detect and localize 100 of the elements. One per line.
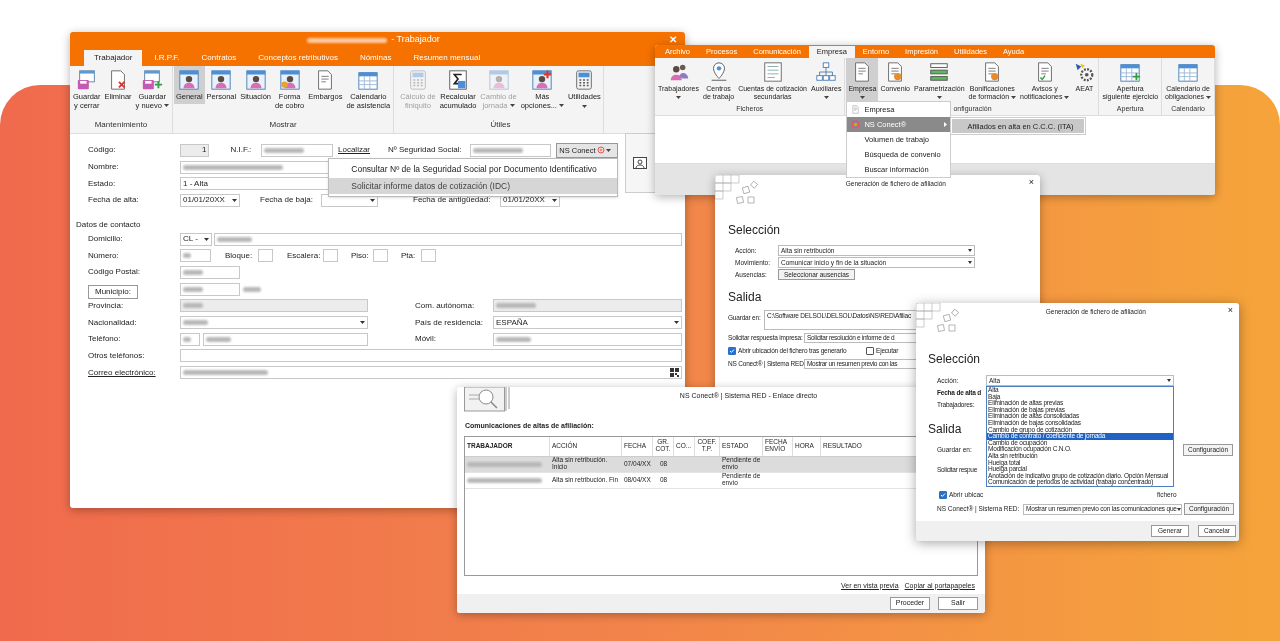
- menu-item[interactable]: Solicitar informe datos de cotización (IDC): [329, 177, 618, 195]
- ribbon-tab[interactable]: Trabajador: [84, 50, 143, 66]
- submenu-arrow-icon: [944, 122, 948, 128]
- dropdown-arrow-icon: [1176, 507, 1181, 511]
- field-label: Domicilio:: [88, 233, 124, 246]
- email-link[interactable]: Correo electrónico:: [88, 366, 180, 379]
- dropdown-arrow-icon: [968, 249, 972, 252]
- field-label: Nombre:: [88, 161, 120, 174]
- dropdown-field[interactable]: CL -: [180, 232, 212, 246]
- window-title: - Trabajador: [391, 33, 440, 47]
- caret-icon: [1064, 95, 1070, 99]
- redacted-value: [217, 236, 252, 242]
- dropdown-arrow-icon: [370, 198, 375, 202]
- dropdown-arrow-icon: [232, 198, 237, 202]
- field-value: 01/01/20XX: [503, 194, 545, 207]
- input-field[interactable]: [323, 249, 338, 263]
- dropdown-field[interactable]: ESPAÑA: [493, 316, 682, 330]
- check-icon: [729, 347, 735, 354]
- locate-link[interactable]: Localizar: [338, 144, 370, 157]
- input-field[interactable]: [493, 299, 682, 313]
- input-field[interactable]: [180, 282, 240, 296]
- redacted-value: [496, 336, 531, 342]
- section-heading: Selección: [928, 351, 981, 367]
- input-field[interactable]: [180, 332, 200, 346]
- caret-icon: [509, 104, 515, 108]
- redacted-value: [183, 269, 203, 275]
- checkbox[interactable]: [866, 346, 874, 355]
- redacted-value: [264, 147, 305, 153]
- field-label: Móvil:: [415, 333, 437, 346]
- redacted-value: [183, 320, 208, 326]
- field-value: ESPAÑA: [496, 316, 528, 329]
- municipality-button[interactable]: Municipio:: [88, 285, 138, 300]
- dropdown-arrow-icon: [204, 237, 209, 241]
- input-field[interactable]: [214, 232, 682, 246]
- input-field[interactable]: [469, 143, 552, 157]
- caret-icon: [163, 104, 169, 108]
- input-field[interactable]: [421, 249, 436, 263]
- field-label: Otros teléfonos:: [88, 349, 146, 362]
- field-label: Provincia:: [88, 299, 125, 312]
- input-field[interactable]: [180, 299, 368, 313]
- section-heading: Datos de contacto: [76, 218, 142, 231]
- input-field[interactable]: [180, 349, 682, 363]
- input-field[interactable]: [203, 332, 368, 346]
- group-label: Mostrar: [268, 119, 298, 131]
- close-button[interactable]: ×: [1028, 176, 1034, 190]
- field-label: País de residencia:: [415, 316, 485, 329]
- caret-icon: [1206, 95, 1212, 99]
- caret-icon: [581, 104, 587, 108]
- input-field[interactable]: [261, 143, 333, 157]
- person-card-icon: [244, 69, 267, 91]
- person-card-icon: [178, 69, 201, 91]
- field-value: CL -: [183, 233, 198, 246]
- caret-icon: [676, 96, 681, 100]
- field-label: Estado:: [88, 177, 117, 190]
- close-button[interactable]: ×: [1227, 304, 1233, 318]
- redacted-value: [243, 286, 261, 292]
- section-heading: Salida: [728, 289, 763, 306]
- input-field[interactable]: 1: [179, 143, 210, 157]
- redacted-value: [183, 253, 191, 259]
- redacted-value: [183, 336, 191, 342]
- field-label: Pta:: [401, 249, 417, 262]
- field-value: 1: [202, 144, 207, 157]
- caret-icon: [823, 96, 829, 100]
- group-label: Mantenimiento: [93, 119, 149, 131]
- form-icon: [761, 61, 784, 83]
- dropdown-arrow-icon: [360, 321, 365, 325]
- floppy-disk-plus-icon: [141, 69, 164, 91]
- person-icon: [633, 157, 648, 170]
- dropdown-field[interactable]: [180, 316, 368, 330]
- menu-item[interactable]: Consultar Nº de la Seguridad Social por Documento Identificativo: [329, 160, 618, 178]
- person-coins-icon: [278, 69, 301, 91]
- field-label: Código Postal:: [88, 266, 142, 279]
- check-icon: [940, 491, 946, 498]
- input-field[interactable]: [180, 265, 240, 279]
- field-label: Piso:: [351, 249, 370, 262]
- dropdown-arrow-icon: [1167, 379, 1171, 382]
- group-label: Útiles: [489, 119, 512, 131]
- field-label: Fecha de antigüedad:: [413, 194, 492, 207]
- checkbox[interactable]: [728, 346, 736, 355]
- floppy-disk-icon: [75, 69, 98, 91]
- field-label: Teléfono:: [88, 333, 122, 346]
- calendar-icon: [1177, 61, 1200, 83]
- dropdown-field[interactable]: 01/01/20XX: [180, 193, 240, 207]
- input-field[interactable]: [180, 249, 211, 263]
- field-label: Nº Seguridad Social:: [388, 144, 463, 157]
- ring-logo-icon: [596, 146, 605, 155]
- input-field[interactable]: [258, 249, 273, 263]
- redacted-value: [183, 286, 203, 292]
- redacted-value: [183, 303, 203, 309]
- calendar-icon: [357, 69, 380, 91]
- input-field[interactable]: [373, 249, 388, 263]
- field-label: Bloque:: [225, 249, 254, 262]
- hierarchy-icon: [815, 61, 838, 83]
- sigma-sheet-icon: [447, 69, 469, 91]
- caret-icon: [558, 104, 564, 108]
- input-field[interactable]: [493, 332, 682, 346]
- ring-logo-icon: [850, 120, 860, 130]
- caret-icon: [605, 148, 611, 152]
- input-field[interactable]: [180, 366, 682, 380]
- checkbox[interactable]: [939, 490, 947, 499]
